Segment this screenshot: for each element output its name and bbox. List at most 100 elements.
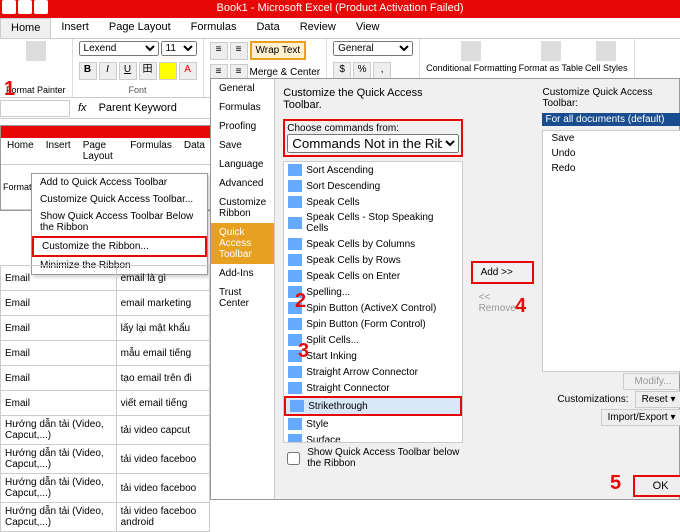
percent-icon[interactable]: % <box>353 62 371 80</box>
add-button[interactable]: Add >> <box>471 261 535 284</box>
wrap-text-button[interactable]: Wrap Text <box>250 41 307 60</box>
qat-item[interactable]: Save <box>543 131 680 146</box>
cell[interactable]: email là gì <box>116 266 209 291</box>
bg-tab[interactable]: Formulas <box>124 138 178 164</box>
nav-item[interactable]: Add-Ins <box>211 264 274 283</box>
cell[interactable]: Hướng dẫn tải (Video, Capcut,...) <box>1 503 117 532</box>
cell[interactable]: tải video faceboo <box>116 445 209 474</box>
qat-save-icon[interactable] <box>2 0 16 14</box>
fill-color-button[interactable] <box>159 62 177 80</box>
cell[interactable]: viết email tiếng <box>116 391 209 416</box>
command-item[interactable]: Spelling... <box>284 284 461 300</box>
cell[interactable]: Email <box>1 391 117 416</box>
nav-item[interactable]: Formulas <box>211 98 274 117</box>
command-item[interactable]: Speak Cells <box>284 194 461 210</box>
cell[interactable]: Email <box>1 316 117 341</box>
paste-button[interactable] <box>6 41 66 61</box>
cond-format-button[interactable]: Conditional Formatting <box>426 41 517 73</box>
nav-item[interactable]: Language <box>211 155 274 174</box>
fx-icon[interactable]: fx <box>70 102 95 114</box>
ctx-customize-qat[interactable]: Customize Quick Access Toolbar... <box>32 191 207 208</box>
cell[interactable]: Email <box>1 366 117 391</box>
cell[interactable]: Hướng dẫn tải (Video, Capcut,...) <box>1 416 117 445</box>
cell[interactable]: lấy lại mật khẩu <box>116 316 209 341</box>
commands-list[interactable]: Sort AscendingSort DescendingSpeak Cells… <box>283 161 462 443</box>
bg-tab[interactable]: Data <box>178 138 211 164</box>
qat-undo-icon[interactable] <box>18 0 32 14</box>
command-item[interactable]: Straight Connector <box>284 380 461 396</box>
nav-item[interactable]: Quick Access Toolbar <box>211 223 274 264</box>
ctx-customize-ribbon[interactable]: Customize the Ribbon... <box>32 236 207 257</box>
qat-item[interactable]: Undo <box>543 146 680 161</box>
font-color-button[interactable]: A <box>179 62 197 80</box>
command-item[interactable]: Sort Descending <box>284 178 461 194</box>
show-qat-below-checkbox[interactable]: Show Quick Access Toolbar below the Ribb… <box>283 447 462 469</box>
command-item[interactable]: Spin Button (Form Control) <box>284 316 461 332</box>
nav-item[interactable]: Trust Center <box>211 283 274 313</box>
command-item[interactable]: Split Cells... <box>284 332 461 348</box>
ctx-add-qat[interactable]: Add to Quick Access Toolbar <box>32 174 207 191</box>
cell[interactable]: Hướng dẫn tải (Video, Capcut,...) <box>1 445 117 474</box>
tab-review[interactable]: Review <box>290 18 346 38</box>
command-item[interactable]: Spin Button (ActiveX Control) <box>284 300 461 316</box>
command-item[interactable]: Start Inking <box>284 348 461 364</box>
ok-button[interactable]: OK <box>633 475 680 497</box>
number-format-select[interactable]: General <box>333 41 413 56</box>
cell[interactable]: tạo email trên đi <box>116 366 209 391</box>
command-item[interactable]: Strikethrough <box>284 396 461 416</box>
align-top-icon[interactable]: ≡ <box>210 42 228 60</box>
command-item[interactable]: Speak Cells by Columns <box>284 236 461 252</box>
italic-button[interactable]: I <box>99 62 117 80</box>
merge-center-button[interactable]: Merge & Center <box>250 67 321 78</box>
command-item[interactable]: Style <box>284 416 461 432</box>
currency-icon[interactable]: $ <box>333 62 351 80</box>
command-item[interactable]: Sort Ascending <box>284 162 461 178</box>
qat-redo-icon[interactable] <box>34 0 48 14</box>
bg-tab[interactable]: Insert <box>40 138 77 164</box>
tab-view[interactable]: View <box>346 18 390 38</box>
nav-item[interactable]: Save <box>211 136 274 155</box>
cell[interactable]: email marketing <box>116 291 209 316</box>
cell[interactable]: Email <box>1 266 117 291</box>
nav-item[interactable]: General <box>211 79 274 98</box>
cell[interactable]: tải video faceboo <box>116 474 209 503</box>
modify-button[interactable]: Modify... <box>623 373 680 390</box>
command-item[interactable]: Surface <box>284 432 461 443</box>
worksheet-grid[interactable]: Emailemail là gìEmailemail marketingEmai… <box>0 265 210 532</box>
ctx-show-qat-below[interactable]: Show Quick Access Toolbar Below the Ribb… <box>32 208 207 236</box>
command-item[interactable]: Straight Arrow Connector <box>284 364 461 380</box>
qat-items-list[interactable]: SaveUndoRedo <box>542 130 680 372</box>
format-table-button[interactable]: Format as Table <box>519 41 583 73</box>
cell[interactable]: mẫu email tiếng <box>116 341 209 366</box>
bold-button[interactable]: B <box>79 62 97 80</box>
font-size-select[interactable]: 11 <box>161 41 197 56</box>
reset-button[interactable]: Reset ▾ <box>635 391 680 408</box>
underline-button[interactable]: U <box>119 62 137 80</box>
bg-tab[interactable]: Home <box>1 138 40 164</box>
name-box[interactable] <box>0 100 70 117</box>
command-item[interactable]: Speak Cells on Enter <box>284 268 461 284</box>
command-item[interactable]: Speak Cells by Rows <box>284 252 461 268</box>
nav-item[interactable]: Customize Ribbon <box>211 193 274 223</box>
bg-tab[interactable]: Page Layout <box>77 138 124 164</box>
cell[interactable]: tải video capcut <box>116 416 209 445</box>
tab-formulas[interactable]: Formulas <box>181 18 247 38</box>
border-button[interactable]: 田 <box>139 62 157 80</box>
comma-icon[interactable]: , <box>373 62 391 80</box>
cell[interactable]: tải video faceboo android <box>116 503 209 532</box>
nav-item[interactable]: Proofing <box>211 117 274 136</box>
tab-insert[interactable]: Insert <box>51 18 99 38</box>
cell[interactable]: Email <box>1 291 117 316</box>
cell[interactable]: Email <box>1 341 117 366</box>
qat-scope-select[interactable]: For all documents (default) <box>542 113 680 126</box>
choose-commands-select[interactable]: Commands Not in the Ribbon <box>287 134 458 153</box>
cell[interactable]: Hướng dẫn tải (Video, Capcut,...) <box>1 474 117 503</box>
tab-home[interactable]: Home <box>0 18 51 38</box>
tab-page-layout[interactable]: Page Layout <box>99 18 181 38</box>
qat-item[interactable]: Redo <box>543 161 680 176</box>
tab-data[interactable]: Data <box>246 18 289 38</box>
align-mid-icon[interactable]: ≡ <box>230 42 248 60</box>
command-item[interactable]: Speak Cells - Stop Speaking Cells <box>284 210 461 236</box>
import-export-button[interactable]: Import/Export ▾ <box>601 409 680 426</box>
cell-styles-button[interactable]: Cell Styles <box>585 41 628 73</box>
